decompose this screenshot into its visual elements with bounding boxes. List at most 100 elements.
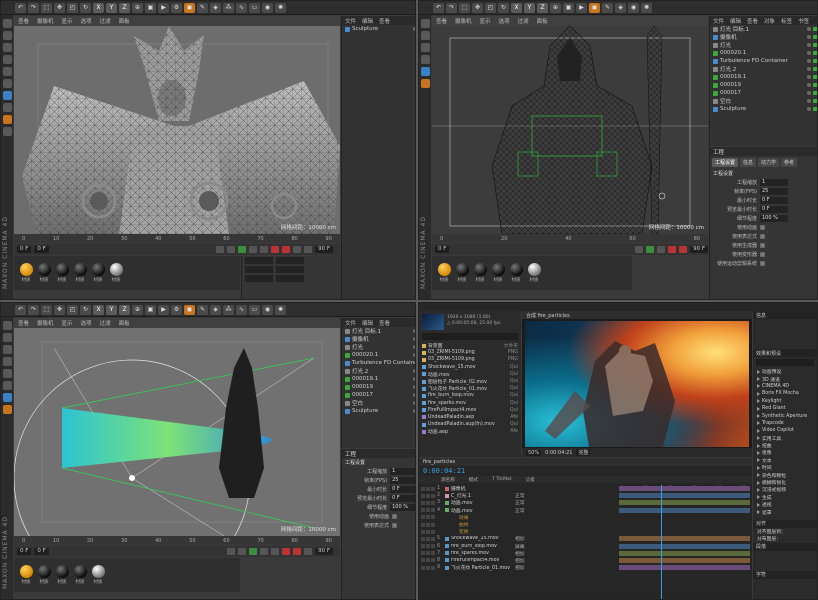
rotate-icon[interactable]: ↻: [80, 2, 91, 13]
disclosure-triangle-icon[interactable]: [757, 377, 760, 382]
enabled-check[interactable]: [813, 99, 817, 103]
points-mode-icon[interactable]: [2, 357, 12, 366]
material-swatch[interactable]: 材质: [90, 565, 106, 585]
disclosure-triangle-icon[interactable]: [757, 421, 760, 426]
disclosure-triangle-icon[interactable]: [757, 465, 760, 470]
audio-icon[interactable]: [426, 536, 430, 541]
frame-end-field[interactable]: 90 F: [690, 246, 708, 253]
project-item[interactable]: 动画.mov Qui: [419, 371, 521, 378]
layer-blend-mode[interactable]: 相加: [515, 564, 541, 571]
layer-property[interactable]: 效果: [419, 514, 752, 521]
eye-icon[interactable]: [421, 508, 425, 513]
column-trkmat[interactable]: T TrkMat: [492, 477, 512, 482]
tab-info[interactable]: 信息: [740, 158, 757, 167]
coord-icon[interactable]: ⊕: [132, 2, 143, 13]
visibility-dot[interactable]: [807, 75, 811, 79]
disclosure-triangle-icon[interactable]: [757, 502, 760, 507]
layer-label-color[interactable]: [445, 515, 449, 519]
visibility-dot[interactable]: [807, 59, 811, 63]
project-item[interactable]: 图层粒子 Particle_02.mov Qui: [419, 378, 521, 385]
eye-icon[interactable]: [421, 500, 425, 505]
object-row[interactable]: 000020.1: [710, 49, 817, 57]
timeline-layer[interactable]: 8 FireFullImpact4.mov 相加: [419, 557, 752, 564]
timeline-ruler[interactable]: 0 20 40 60 80: [432, 234, 708, 243]
viewport-menu-item[interactable]: 显示: [62, 319, 73, 327]
timeline-layer[interactable]: 4 动画.mov 正常: [419, 507, 752, 514]
eye-icon[interactable]: [421, 558, 425, 563]
layer-property[interactable]: 变换: [419, 528, 752, 535]
layer-label-color[interactable]: [445, 536, 449, 541]
viewport-menu-item[interactable]: 查看: [436, 17, 447, 25]
disclosure-triangle-icon[interactable]: [757, 436, 760, 441]
goto-end-icon[interactable]: [271, 548, 280, 555]
eye-icon[interactable]: [421, 486, 425, 491]
object-row[interactable]: 摄像机: [710, 33, 817, 41]
rotate-icon[interactable]: ↻: [498, 2, 509, 13]
scale-icon[interactable]: ◰: [67, 2, 78, 13]
goto-start-icon[interactable]: [227, 548, 236, 555]
project-item[interactable]: Shockwave_15.mov Qui: [419, 364, 521, 371]
visibility-dot[interactable]: [413, 369, 415, 373]
texture-mode-icon[interactable]: [420, 31, 430, 40]
tab-reference[interactable]: 参考: [781, 158, 798, 167]
tab-dynamics[interactable]: 动力学: [758, 158, 780, 167]
layer-blend-mode[interactable]: 相加: [515, 550, 541, 557]
audio-icon[interactable]: [426, 493, 430, 498]
undo-icon[interactable]: ↶: [15, 2, 26, 13]
eye-icon[interactable]: [421, 522, 425, 527]
disclosure-triangle-icon[interactable]: [757, 510, 760, 515]
timeline-ruler[interactable]: 0 10 20 30 40 50 60 70 80 90: [14, 536, 340, 545]
workplane-icon[interactable]: [2, 345, 12, 354]
solo-icon[interactable]: [431, 565, 435, 570]
layer-label-color[interactable]: [445, 500, 449, 505]
enabled-check[interactable]: [813, 51, 817, 55]
axis-z-button[interactable]: Z: [119, 2, 130, 13]
viewport-menu-item[interactable]: 摄像机: [37, 17, 54, 25]
om-menu-item[interactable]: 对象: [764, 17, 775, 25]
viewport-menu-item[interactable]: 面板: [119, 17, 130, 25]
select-icon[interactable]: ⬚: [459, 2, 470, 13]
om-menu-item[interactable]: 书签: [798, 17, 809, 25]
layer-duration-bar[interactable]: [619, 486, 750, 491]
undo-icon[interactable]: ↶: [433, 2, 444, 13]
material-swatch[interactable]: 材质: [54, 565, 70, 585]
lod-field[interactable]: 100 %: [760, 215, 788, 222]
timeline-layer[interactable]: 9 飞火花纹 Particle_01.mov 相加: [419, 564, 752, 571]
project-item[interactable]: fire_sparks.mov Qui: [419, 400, 521, 407]
frame-end-field[interactable]: 90 F: [315, 548, 333, 555]
viewport-menu-item[interactable]: 摄像机: [455, 17, 472, 25]
layer-duration-bar[interactable]: [619, 550, 750, 556]
project-item[interactable]: 飞火花纹 Particle_01.mov Qui: [419, 385, 521, 392]
select-icon[interactable]: ⬚: [41, 2, 52, 13]
undo-icon[interactable]: ↶: [15, 304, 26, 315]
comp-timecode[interactable]: 0:00:04:21: [545, 450, 572, 456]
visibility-dot[interactable]: [807, 67, 811, 71]
project-item[interactable]: 动画.aep Afe: [419, 428, 521, 435]
solo-icon[interactable]: [431, 522, 435, 527]
object-row[interactable]: 空白: [710, 97, 817, 105]
object-row[interactable]: 灯光: [710, 41, 817, 49]
layer-label-color[interactable]: [445, 558, 449, 563]
project-item[interactable]: 03_ZRIMI-5109.png PNG: [419, 349, 521, 356]
effect-category[interactable]: 文本: [753, 457, 817, 464]
layer-blend-mode[interactable]: 正常: [515, 499, 541, 506]
layer-blend-mode[interactable]: 屏幕: [515, 543, 541, 550]
prev-key-icon[interactable]: [238, 548, 247, 555]
keyframe-icon[interactable]: [304, 548, 313, 555]
move-key-icon[interactable]: [304, 246, 313, 253]
edges-mode-icon[interactable]: [2, 67, 12, 76]
timeline-layer[interactable]: 5 Shockwave_15.mov 相加: [419, 535, 752, 542]
object-row[interactable]: 000019.1: [342, 375, 415, 383]
subdivision-icon[interactable]: ◈: [210, 304, 221, 315]
next-key-icon[interactable]: [260, 548, 269, 555]
fps-field[interactable]: 25: [390, 477, 415, 484]
material-swatch[interactable]: 材质: [54, 263, 70, 283]
select-icon[interactable]: ⬚: [41, 304, 52, 315]
viewport-menu-item[interactable]: 查看: [18, 319, 29, 327]
audio-icon[interactable]: [426, 508, 430, 513]
info-panel-header[interactable]: 信息: [753, 311, 817, 319]
use-animation-checkbox[interactable]: [392, 514, 397, 519]
composition-tab[interactable]: 合成 fire_particles: [522, 311, 752, 319]
audio-icon[interactable]: [426, 558, 430, 563]
composition-viewer[interactable]: [525, 321, 749, 447]
